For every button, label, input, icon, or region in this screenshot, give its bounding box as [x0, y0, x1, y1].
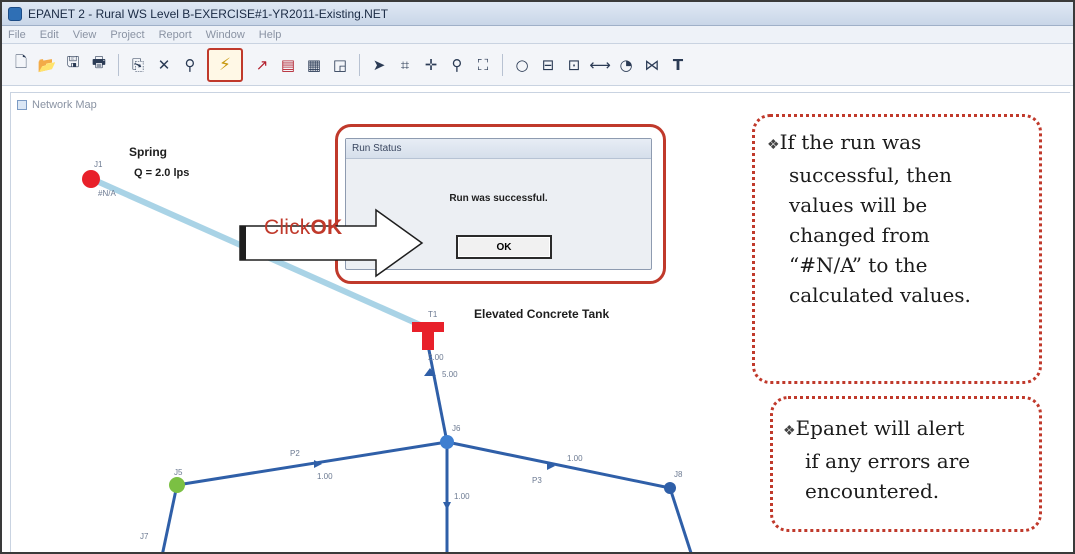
- flow-arrow-icon: [443, 502, 451, 510]
- pipe-j5-south[interactable]: [161, 484, 179, 554]
- spring-reservoir-node[interactable]: [82, 170, 100, 188]
- epanet-screenshot: EPANET 2 - Rural WS Level B-EXERCISE#1-Y…: [0, 0, 1075, 554]
- bullet-icon: ❖: [783, 423, 796, 439]
- dialog-message: Run was successful.: [449, 193, 548, 204]
- pipe-p1-value: 5.00: [442, 370, 458, 379]
- node-j8-label: J8: [674, 470, 683, 479]
- junction-j5[interactable]: [169, 477, 185, 493]
- pipe-p2[interactable]: [176, 440, 448, 487]
- callout-line: encountered.: [805, 479, 940, 503]
- dialog-title: Run Status: [346, 139, 651, 159]
- pipe-p2-label: P2: [290, 449, 300, 458]
- click-prefix: Click: [264, 216, 311, 239]
- callout-line: ❖Epanet will alert: [783, 413, 1033, 446]
- junction-j8[interactable]: [664, 482, 676, 494]
- click-ok-text: OK: [310, 216, 343, 239]
- tank-value-label: 2.00: [428, 353, 444, 362]
- callout-line: if any errors are: [805, 449, 971, 473]
- node-j5-label: J5: [174, 468, 183, 477]
- pipe-p3[interactable]: [446, 440, 671, 490]
- callout-text: If the run was: [779, 130, 922, 154]
- spring-flow-label: Q = 2.0 lps: [134, 167, 190, 179]
- tank-label: Elevated Concrete Tank: [474, 307, 610, 321]
- callout-line: successful, then: [789, 163, 952, 187]
- callout-line: calculated values.: [789, 283, 971, 307]
- callout-line: changed from: [789, 223, 930, 247]
- junction-j6[interactable]: [440, 435, 454, 449]
- pipe-j8-south[interactable]: [668, 487, 693, 554]
- pipe-p3-value: 1.00: [567, 454, 583, 463]
- spring-label: Spring: [129, 145, 167, 159]
- error-alert-callout: ❖Epanet will alert if any errors are enc…: [770, 396, 1042, 532]
- node-j6-label: J6: [452, 424, 461, 433]
- elevated-tank-icon[interactable]: [412, 322, 444, 350]
- callout-text: Epanet will alert: [795, 416, 965, 440]
- callout-line: values will be: [789, 193, 928, 217]
- callout-line: “#N/A” to the: [789, 253, 928, 277]
- node-j1-label: J1: [94, 160, 103, 169]
- run-success-callout: ❖If the run was successful, then values …: [752, 114, 1042, 384]
- ok-button[interactable]: OK: [456, 235, 552, 259]
- node-j7-label: J7: [140, 532, 149, 541]
- spring-value-label: #N/A: [98, 189, 116, 198]
- pipe-p3-label: P3: [532, 476, 542, 485]
- pipe-p2-value: 1.00: [317, 472, 333, 481]
- tank-id-label: T1: [428, 310, 438, 319]
- click-ok-label: ClickOK: [264, 216, 342, 240]
- pipe-south-value: 1.00: [454, 492, 470, 501]
- bullet-icon: ❖: [767, 137, 780, 153]
- callout-line: ❖If the run was: [767, 127, 1031, 160]
